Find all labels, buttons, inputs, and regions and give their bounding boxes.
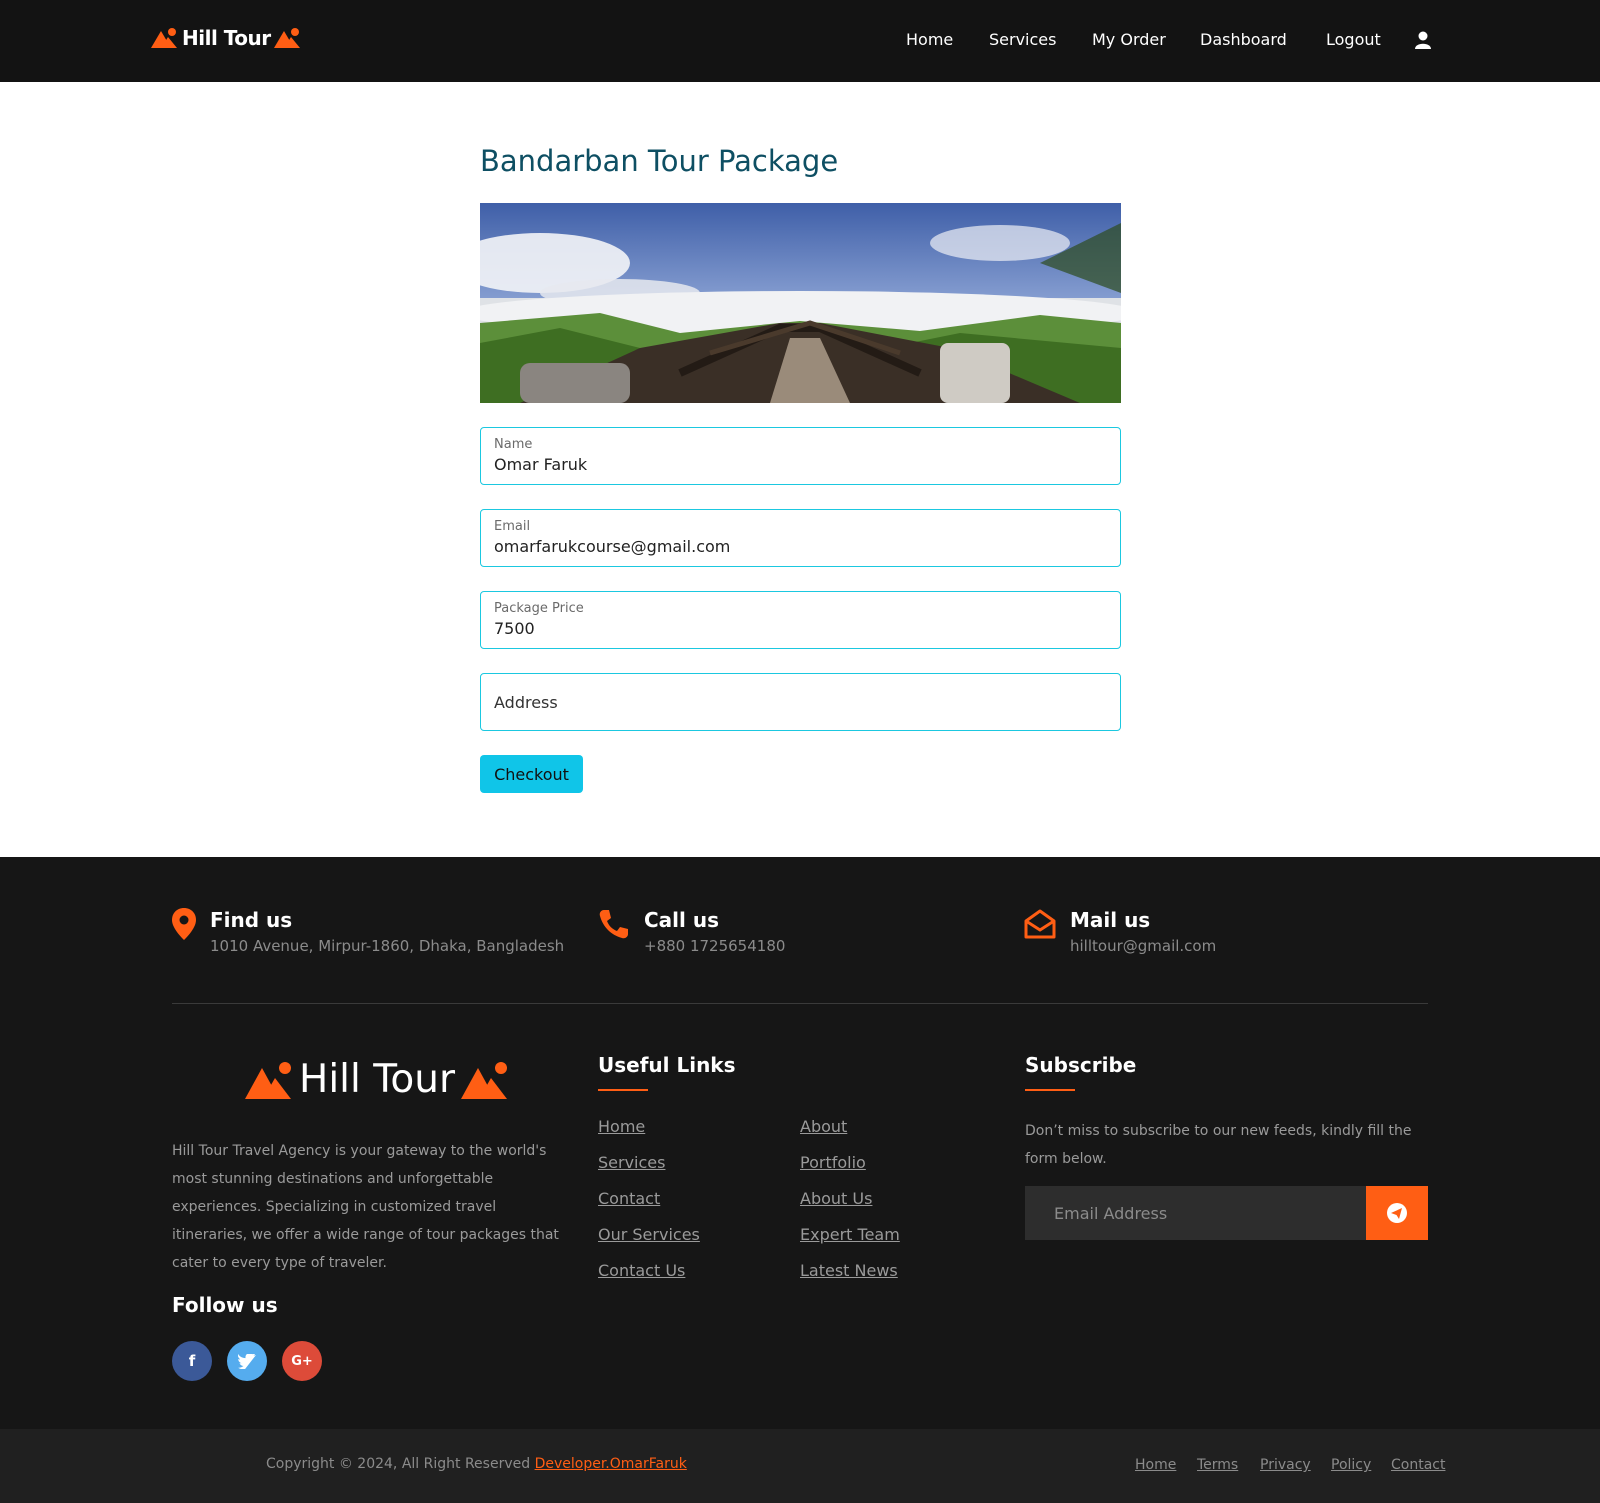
footer-link-services[interactable]: Services [598,1153,665,1172]
footer-link-about[interactable]: About [800,1117,847,1136]
call-us: Call us +880 1725654180 [598,908,785,955]
footer-link-latest-news[interactable]: Latest News [800,1261,898,1280]
subscribe-button[interactable] [1366,1186,1428,1240]
email-label: Email [494,519,531,534]
copyright-bar: Copyright © 2024, All Right Reserved Dev… [0,1429,1600,1503]
address-input[interactable] [494,674,1104,730]
mountain-icon [151,28,177,48]
top-navbar: Hill Tour Home Services My Order Dashboa… [0,0,1600,82]
mail-us: Mail us hilltour@gmail.com [1024,908,1216,955]
address-field [480,673,1121,731]
copyright-label: Copyright © 2024, All Right Reserved [266,1456,535,1472]
name-value: Omar Faruk [494,455,588,474]
nav-my-order[interactable]: My Order [1092,30,1166,49]
footer-link-about-us[interactable]: About Us [800,1189,872,1208]
package-image [480,203,1121,403]
subscribe-underline [1025,1089,1075,1091]
footer-link-home[interactable]: Home [598,1117,645,1136]
checkout-button[interactable]: Checkout [480,755,583,793]
google-plus-icon[interactable]: G+ [282,1341,322,1381]
price-label: Package Price [494,601,584,616]
follow-us-title: Follow us [172,1293,278,1317]
copyright-text: Copyright © 2024, All Right Reserved Dev… [266,1456,687,1472]
footer-divider [172,1003,1428,1004]
mail-us-title: Mail us [1070,908,1151,932]
brand-name: Hill Tour [182,26,271,50]
find-us-title: Find us [210,908,293,932]
nav-logout[interactable]: Logout [1326,30,1381,49]
name-field[interactable]: Name Omar Faruk [480,427,1121,485]
bottom-link-home[interactable]: Home [1135,1457,1176,1473]
footer-link-portfolio[interactable]: Portfolio [800,1153,866,1172]
useful-links-title: Useful Links [598,1053,736,1077]
footer-link-contact[interactable]: Contact [598,1189,660,1208]
developer-link[interactable]: Developer.OmarFaruk [535,1456,687,1472]
subscribe-email-input[interactable] [1025,1186,1366,1240]
nav-dashboard[interactable]: Dashboard [1200,30,1287,49]
mountain-icon [273,28,300,48]
user-icon[interactable] [1415,31,1431,53]
mail-us-email: hilltour@gmail.com [1070,937,1217,955]
nav-home[interactable]: Home [906,30,953,49]
page-title: Bandarban Tour Package [480,144,839,178]
location-pin-icon [172,908,196,940]
subscribe-description: Don’t miss to subscribe to our new feeds… [1025,1123,1412,1167]
brand-logo[interactable]: Hill Tour [151,26,302,50]
order-form-section: Bandarban Tour Package Name Omar Faruk E… [0,82,1600,857]
footer-brand-name: Hill Tour [299,1057,456,1102]
price-field[interactable]: Package Price 7500 [480,591,1121,649]
bottom-link-contact[interactable]: Contact [1391,1457,1445,1473]
footer-link-contact-us[interactable]: Contact Us [598,1261,685,1280]
call-us-phone: +880 1725654180 [644,937,786,955]
envelope-open-icon [1024,909,1056,939]
twitter-icon[interactable] [227,1341,267,1381]
name-label: Name [494,437,533,452]
subscribe-title: Subscribe [1025,1053,1137,1077]
call-us-title: Call us [644,908,719,932]
email-value: omarfarukcourse@gmail.com [494,537,731,556]
facebook-icon[interactable]: f [172,1341,212,1381]
nav-services[interactable]: Services [989,30,1056,49]
mountain-icon [461,1061,508,1099]
bottom-link-terms[interactable]: Terms [1197,1457,1238,1473]
mountain-icon [245,1061,291,1099]
price-value: 7500 [494,619,535,638]
footer-link-our-services[interactable]: Our Services [598,1225,700,1244]
email-field[interactable]: Email omarfarukcourse@gmail.com [480,509,1121,567]
footer: Find us 1010 Avenue, Mirpur-1860, Dhaka,… [0,857,1600,1429]
footer-about-text: Hill Tour Travel Agency is your gateway … [172,1143,559,1271]
find-us: Find us 1010 Avenue, Mirpur-1860, Dhaka,… [172,908,564,955]
footer-link-expert-team[interactable]: Expert Team [800,1225,900,1244]
find-us-address: 1010 Avenue, Mirpur-1860, Dhaka, Banglad… [210,937,565,955]
send-icon [1387,1203,1407,1223]
bottom-link-policy[interactable]: Policy [1331,1457,1371,1473]
useful-links-underline [598,1089,648,1091]
bottom-link-privacy[interactable]: Privacy [1260,1457,1311,1473]
footer-brand-logo[interactable]: Hill Tour [245,1057,509,1102]
phone-icon [599,910,628,939]
